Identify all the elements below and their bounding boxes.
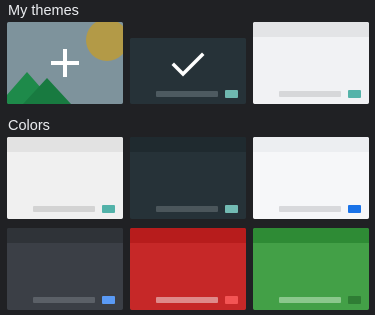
sun-shape xyxy=(86,22,123,61)
color-tile-charcoal[interactable] xyxy=(7,228,123,310)
tile-bar xyxy=(279,91,341,97)
tile-top-bar xyxy=(253,137,369,152)
theme-tile-light[interactable] xyxy=(253,22,369,104)
color-tile-red[interactable] xyxy=(130,228,246,310)
tile-top-bar xyxy=(253,22,369,37)
color-tile-dark-slate[interactable] xyxy=(130,137,246,219)
tile-top-bar xyxy=(7,228,123,243)
check-icon xyxy=(171,52,205,77)
tile-accent-chip xyxy=(348,90,361,98)
tile-bar xyxy=(156,206,218,212)
mountain-shape xyxy=(23,78,71,104)
section-title-colors: Colors xyxy=(8,118,50,134)
tile-top-bar xyxy=(130,137,246,152)
color-tile-light-gray[interactable] xyxy=(7,137,123,219)
color-tile-green[interactable] xyxy=(253,228,369,310)
tile-accent-chip xyxy=(102,205,115,213)
plus-icon xyxy=(51,49,79,77)
tile-accent-chip xyxy=(348,205,361,213)
color-tile-white[interactable] xyxy=(253,137,369,219)
tile-accent-chip xyxy=(225,90,238,98)
tile-bar xyxy=(33,206,95,212)
tile-bar xyxy=(156,297,218,303)
add-theme-tile[interactable] xyxy=(7,22,123,104)
tile-top-bar xyxy=(130,38,246,53)
tile-top-bar xyxy=(253,228,369,243)
tile-bar xyxy=(156,91,218,97)
tile-top-bar xyxy=(130,228,246,243)
theme-tile-dark-selected[interactable] xyxy=(130,38,246,104)
tile-accent-chip xyxy=(348,296,361,304)
tile-bar xyxy=(33,297,95,303)
tile-bar xyxy=(279,297,341,303)
tile-bar xyxy=(279,206,341,212)
tile-accent-chip xyxy=(102,296,115,304)
section-title-my-themes: My themes xyxy=(8,3,79,19)
tile-top-bar xyxy=(7,137,123,152)
tile-accent-chip xyxy=(225,296,238,304)
tile-accent-chip xyxy=(225,205,238,213)
